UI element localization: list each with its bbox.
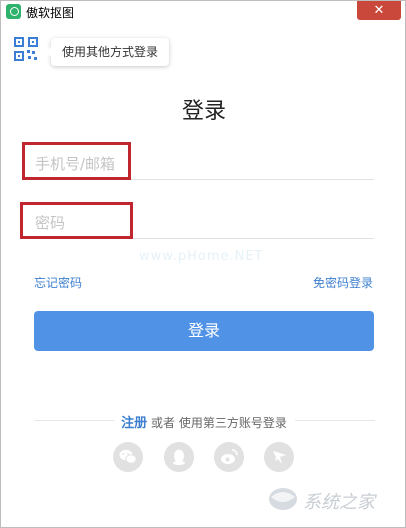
third-party-login-line: 注册 或者 使用第三方账号登录: [1, 412, 406, 431]
wechat-login-button[interactable]: [113, 442, 143, 472]
password-field: [32, 208, 377, 239]
phone-email-field: [32, 149, 377, 180]
wechat-icon: [119, 449, 137, 464]
dingtalk-login-button[interactable]: [264, 442, 294, 472]
close-button[interactable]: ✕: [357, 1, 401, 20]
login-button[interactable]: 登录: [34, 311, 374, 351]
qq-icon: [173, 449, 185, 465]
login-window: 傲软抠图 ✕ 使用其他方式登录 登录 www.pHome.NET 忘记密码 免密…: [0, 0, 406, 528]
password-free-login-link[interactable]: 免密码登录: [313, 274, 373, 291]
register-link[interactable]: 注册: [121, 416, 147, 431]
app-logo-icon: [6, 4, 21, 19]
dingtalk-icon: [273, 451, 286, 464]
qr-code-icon[interactable]: [13, 36, 39, 62]
login-heading: 登录: [181, 99, 226, 124]
site-watermark-text: 系统之家: [303, 492, 377, 513]
watermark-text: www.pHome.NET: [139, 249, 264, 264]
window-title: 傲软抠图: [26, 6, 75, 20]
weibo-login-button[interactable]: [214, 442, 244, 472]
forgot-password-link[interactable]: 忘记密码: [34, 274, 82, 291]
password-input[interactable]: [32, 208, 377, 238]
or-text: 或者: [150, 416, 175, 430]
title-bar: 傲软抠图 ✕: [1, 1, 405, 23]
qq-login-button[interactable]: [164, 442, 194, 472]
phone-email-input[interactable]: [32, 149, 377, 179]
weibo-icon: [221, 449, 238, 464]
site-watermark: 系统之家: [269, 488, 377, 513]
other-login-tooltip: 使用其他方式登录: [45, 38, 169, 66]
third-party-text: 使用第三方账号登录: [178, 416, 287, 430]
